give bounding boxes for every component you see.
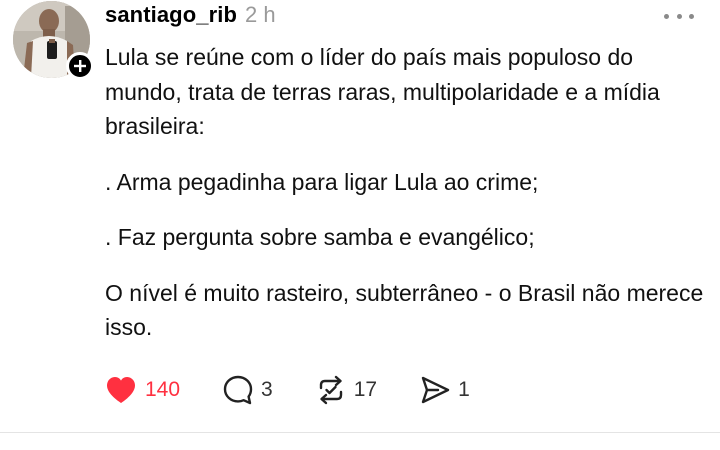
post-paragraph: Lula se reúne com o líder do país mais p…: [105, 44, 660, 139]
thread-post: santiago_rib 2 h Lula se reúne com o líd…: [0, 0, 720, 450]
send-icon: [421, 376, 450, 404]
plus-icon: [74, 60, 86, 72]
post-divider: [0, 432, 720, 433]
heart-icon: [107, 377, 135, 403]
post-paragraph: . Arma pegadinha para ligar Lula ao crim…: [105, 168, 539, 195]
repost-icon: [319, 375, 342, 405]
like-button[interactable]: 140: [105, 375, 180, 405]
more-horizontal-icon-dot: [689, 13, 694, 19]
action-bar: 140 3 17 1: [105, 370, 470, 410]
avatar-container: [13, 1, 94, 81]
share-button[interactable]: 1: [419, 374, 470, 406]
more-options-button[interactable]: [664, 4, 694, 28]
post-paragraph: . Faz pergunta sobre samba e evangélico;: [105, 224, 535, 250]
repost-count: 17: [353, 378, 378, 401]
more-horizontal-icon: [664, 13, 669, 19]
more-horizontal-icon-dot: [676, 13, 682, 19]
repost-button[interactable]: 17: [315, 374, 377, 406]
post-header: santiago_rib 2 h: [105, 2, 276, 32]
post-paragraph: O nível é muito rasteiro, subterrâneo - …: [105, 279, 704, 341]
reply-button[interactable]: 3: [222, 374, 273, 406]
timestamp: 2 h: [245, 2, 276, 27]
like-count: 140: [145, 378, 181, 401]
reply-bubble-icon: [223, 375, 253, 405]
username[interactable]: santiago_rib: [105, 2, 237, 28]
reply-count: 3: [261, 378, 273, 401]
share-count: 1: [458, 378, 470, 401]
follow-button[interactable]: [66, 52, 94, 80]
post-body: Lula se reúne com o líder do país mais p…: [105, 40, 710, 366]
